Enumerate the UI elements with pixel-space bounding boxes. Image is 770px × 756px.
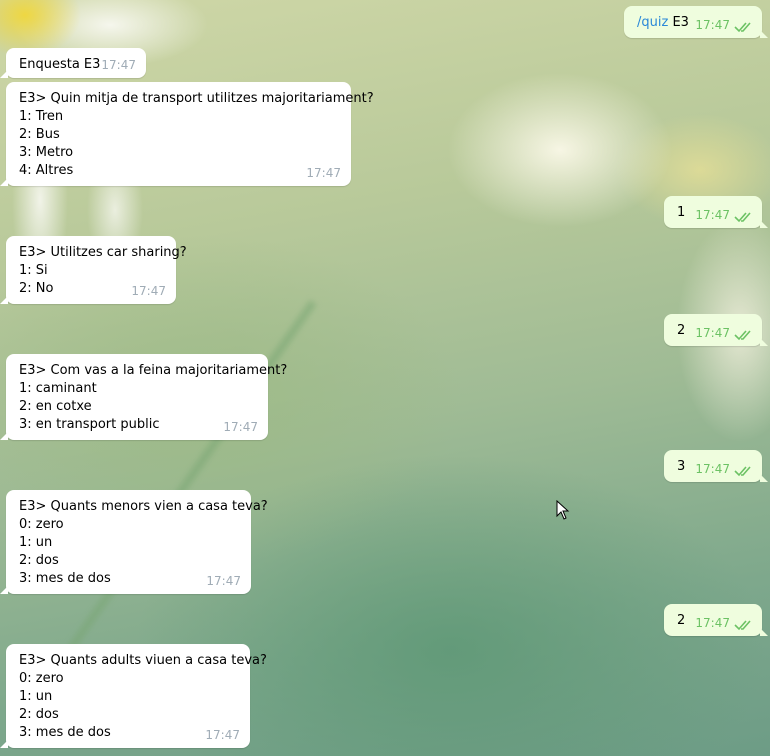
message-time: 17:47 bbox=[205, 728, 240, 742]
option-text: 3: Metro bbox=[19, 145, 74, 160]
message-text: 2 bbox=[677, 323, 686, 338]
incoming-message[interactable]: E3> Quants adults viuen a casa teva? 0: … bbox=[0, 644, 267, 748]
option-text: 1: Si bbox=[19, 263, 48, 278]
double-check-icon bbox=[734, 22, 751, 33]
command-link[interactable]: /quiz bbox=[637, 15, 668, 30]
option-text: 3: mes de dos bbox=[19, 725, 111, 740]
incoming-message[interactable]: Enquesta E3 17:47 bbox=[0, 48, 146, 78]
option-text: 0: zero bbox=[19, 671, 64, 686]
message-time: 17:47 bbox=[695, 616, 730, 630]
message-time: 17:47 bbox=[695, 326, 730, 340]
question-text: E3> Quin mitja de transport utilitzes ma… bbox=[19, 91, 374, 106]
question-text: E3> Quants adults viuen a casa teva? bbox=[19, 653, 267, 668]
option-text: 1: un bbox=[19, 535, 53, 550]
question-text: E3> Quants menors vien a casa teva? bbox=[19, 499, 268, 514]
option-text: 0: zero bbox=[19, 517, 64, 532]
message-time: 17:47 bbox=[695, 18, 730, 32]
option-text: 2: dos bbox=[19, 553, 59, 568]
message-time: 17:47 bbox=[695, 462, 730, 476]
double-check-icon bbox=[734, 466, 751, 477]
outgoing-message[interactable]: 2 17:47 bbox=[664, 314, 768, 346]
option-text: 1: caminant bbox=[19, 381, 97, 396]
option-text: 3: mes de dos bbox=[19, 571, 111, 586]
option-text: 1: un bbox=[19, 689, 53, 704]
incoming-message[interactable]: E3> Utilitzes car sharing? 1: Si 2: No 1… bbox=[0, 236, 187, 304]
option-text: 2: Bus bbox=[19, 127, 60, 142]
message-time: 17:47 bbox=[695, 208, 730, 222]
question-text: E3> Com vas a la feina majoritariament? bbox=[19, 363, 288, 378]
option-text: 1: Tren bbox=[19, 109, 64, 124]
double-check-icon bbox=[734, 212, 751, 223]
outgoing-message[interactable]: 2 17:47 bbox=[664, 604, 768, 636]
outgoing-message[interactable]: 1 17:47 bbox=[664, 196, 768, 228]
incoming-message[interactable]: E3> Quin mitja de transport utilitzes ma… bbox=[0, 82, 374, 186]
option-text: 3: en transport public bbox=[19, 417, 160, 432]
double-check-icon bbox=[734, 330, 751, 341]
message-text: 3 bbox=[677, 459, 686, 474]
option-text: 2: dos bbox=[19, 707, 59, 722]
option-text: 4: Altres bbox=[19, 163, 74, 178]
message-text: E3 bbox=[672, 15, 689, 30]
outgoing-message[interactable]: /quiz E3 17:47 bbox=[624, 6, 768, 38]
message-time: 17:47 bbox=[101, 58, 136, 72]
incoming-message[interactable]: E3> Com vas a la feina majoritariament? … bbox=[0, 354, 288, 440]
option-text: 2: en cotxe bbox=[19, 399, 92, 414]
message-time: 17:47 bbox=[223, 420, 258, 434]
mouse-cursor-icon bbox=[556, 500, 570, 520]
message-time: 17:47 bbox=[131, 284, 166, 298]
message-text: 2 bbox=[677, 613, 686, 628]
message-time: 17:47 bbox=[206, 574, 241, 588]
double-check-icon bbox=[734, 620, 751, 631]
incoming-message[interactable]: E3> Quants menors vien a casa teva? 0: z… bbox=[0, 490, 268, 594]
message-time: 17:47 bbox=[306, 166, 341, 180]
message-text: 1 bbox=[677, 205, 686, 220]
question-text: E3> Utilitzes car sharing? bbox=[19, 245, 187, 260]
outgoing-message[interactable]: 3 17:47 bbox=[664, 450, 768, 482]
